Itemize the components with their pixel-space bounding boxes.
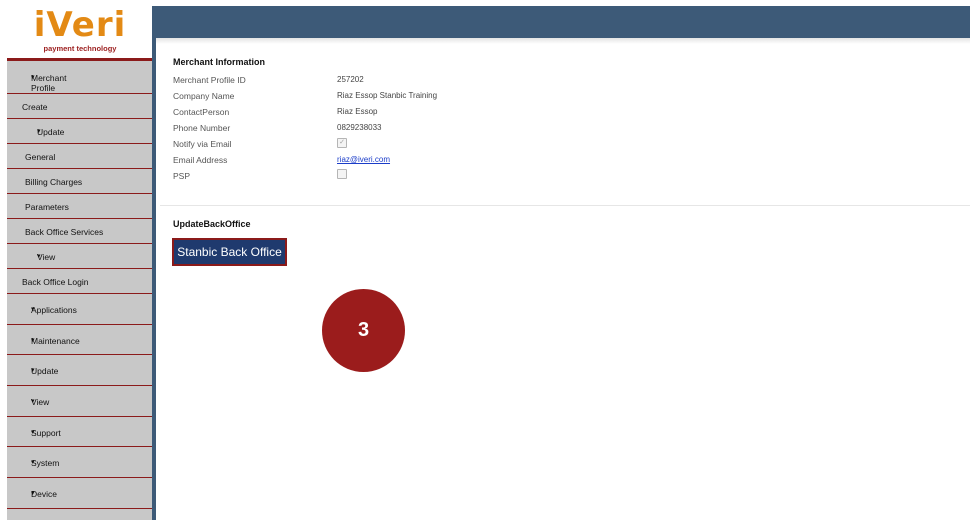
sidebar-item-back-office-services[interactable]: Back Office Services [7, 219, 153, 244]
sidebar-item-label: Billing Charges [25, 177, 83, 187]
field-label-contact-person: ContactPerson [173, 107, 230, 117]
sidebar-item-parameters[interactable]: Parameters [7, 194, 153, 219]
header-shadow [156, 38, 970, 44]
sidebar-item-device[interactable]: Device ▾ [7, 478, 153, 509]
field-label-email-address: Email Address [173, 155, 228, 165]
sidebar-nav: iVeri payment technology Merchant Profil… [7, 6, 153, 520]
sidebar-item-label: Maintenance [31, 336, 80, 346]
sidebar-item-create[interactable]: Create [7, 94, 153, 119]
chevron-down-icon: ▾ [31, 74, 35, 81]
field-label-psp: PSP [173, 171, 191, 181]
section-divider [160, 205, 970, 206]
sidebar-item-billing-charges[interactable]: Billing Charges [7, 169, 153, 194]
chevron-down-icon: ▾ [31, 367, 35, 374]
sidebar-item-general[interactable]: General [7, 144, 153, 169]
logo-brand: iVeri [33, 5, 127, 45]
sidebar-item-label: Back Office Services [25, 227, 104, 237]
sidebar-item-label: Create [22, 102, 48, 112]
merchant-info-title: Merchant Information [173, 57, 266, 67]
notify-email-checkbox[interactable]: ✓ [337, 138, 347, 148]
field-value-phone-number: 0829238033 [337, 123, 382, 132]
field-value-merchant-profile-id: 257202 [337, 75, 364, 84]
stanbic-back-office-button[interactable]: Stanbic Back Office [172, 238, 287, 266]
step-number-badge: 3 [322, 289, 405, 372]
field-value-contact-person: Riaz Essop [337, 107, 378, 116]
chevron-down-icon: ▾ [37, 128, 41, 135]
sidebar-item-back-office-login[interactable]: Back Office Login [7, 269, 153, 294]
logo-tagline: payment technology [43, 44, 117, 53]
chevron-down-icon: ▾ [31, 490, 35, 497]
sidebar-item-label: Update [37, 127, 65, 137]
sidebar-item-merchant-profile[interactable]: Merchant Profile ▾ [7, 61, 153, 94]
sidebar-item-label: Back Office Login [22, 277, 89, 287]
sidebar-item-view-top[interactable]: View ▾ [7, 386, 153, 417]
chevron-down-icon: ▾ [37, 253, 41, 260]
sidebar-item-label: Merchant Profile [31, 73, 67, 93]
sidebar-item-maintenance[interactable]: Maintenance ▾ [7, 325, 153, 355]
sidebar-item-update[interactable]: Update ▾ [7, 119, 153, 144]
sidebar-item-update-top[interactable]: Update ▾ [7, 355, 153, 386]
psp-checkbox[interactable] [337, 169, 347, 179]
sidebar-item-applications[interactable]: Applications ▾ [7, 294, 153, 325]
sidebar-item-label: Parameters [25, 202, 69, 212]
sidebar-item-support[interactable]: Support ▾ [7, 417, 153, 447]
sidebar-item-label: Update [31, 366, 59, 376]
chevron-down-icon: ▾ [31, 306, 35, 313]
sidebar-item-system[interactable]: System ▾ [7, 447, 153, 478]
iveri-logo: iVeri payment technology [7, 6, 153, 61]
field-label-merchant-profile-id: Merchant Profile ID [173, 75, 246, 85]
field-value-company-name: Riaz Essop Stanbic Training [337, 91, 438, 100]
sidebar-item-label: Applications [31, 305, 77, 315]
chevron-down-icon: ▾ [31, 429, 35, 436]
sidebar-item-label: System [31, 458, 60, 468]
header-bar [156, 6, 970, 38]
chevron-down-icon: ▾ [31, 459, 35, 466]
chevron-down-icon: ▾ [31, 398, 35, 405]
update-back-office-title: UpdateBackOffice [173, 219, 251, 229]
check-icon: ✓ [339, 139, 345, 146]
sidebar-border [152, 6, 156, 520]
field-label-notify-via-email: Notify via Email [173, 139, 232, 149]
field-label-phone-number: Phone Number [173, 123, 231, 133]
sidebar-item-view-sub[interactable]: View ▾ [7, 244, 153, 269]
email-link[interactable]: riaz@iveri.com [337, 155, 390, 164]
field-label-company-name: Company Name [173, 91, 235, 101]
sidebar-item-label: Support [31, 428, 61, 438]
chevron-down-icon: ▾ [31, 337, 35, 344]
sidebar-item-label: General [25, 152, 56, 162]
